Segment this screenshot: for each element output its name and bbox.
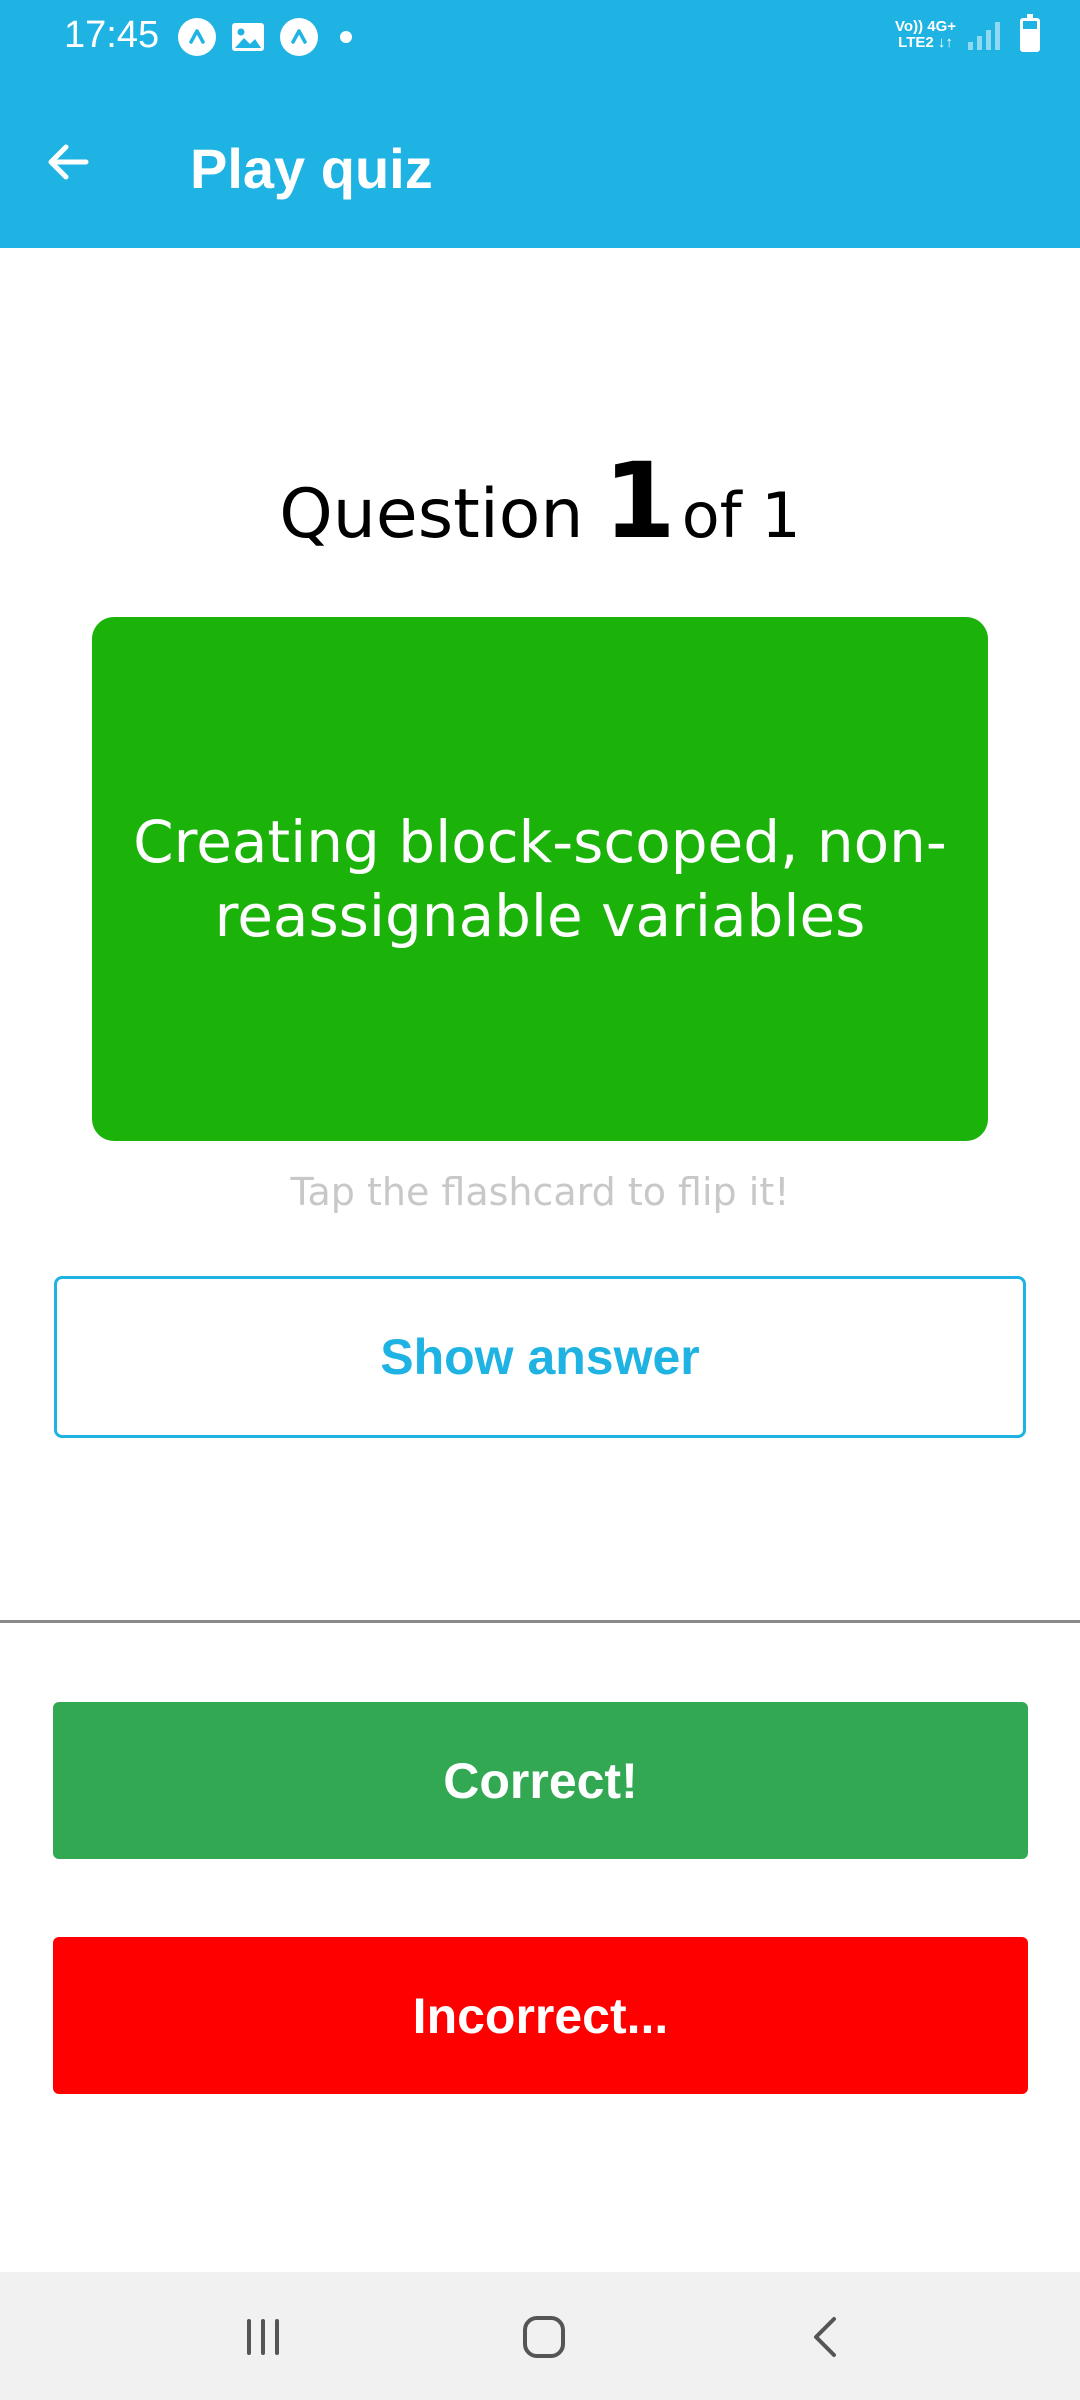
correct-button[interactable]: Correct! (53, 1702, 1028, 1859)
flip-hint: Tap the flashcard to flip it! (290, 1170, 790, 1214)
flashcard-text: Creating block-scoped, non-reassignable … (133, 808, 947, 950)
status-bar: 17:45 Vo)) 4G+ LTE2 ↓↑ (0, 0, 1080, 80)
back-icon (814, 2317, 836, 2357)
network-top-text: Vo)) 4G+ (895, 18, 956, 35)
question-counter: Question 1of 1 (0, 440, 1080, 562)
network-bottom-text: LTE2 ↓↑ (898, 34, 953, 51)
app-notification-icon (178, 18, 216, 56)
system-back-button[interactable] (780, 2302, 870, 2372)
notification-icons (178, 18, 352, 56)
dot-icon (340, 31, 352, 43)
signal-icon (968, 20, 1000, 50)
recent-apps-button[interactable] (218, 2302, 308, 2372)
question-label: Question (279, 475, 584, 554)
system-nav-bar (0, 2272, 1080, 2400)
status-time: 17:45 (64, 14, 160, 56)
status-right: Vo)) 4G+ LTE2 ↓↑ (895, 14, 1040, 52)
image-notification-icon (230, 20, 266, 54)
show-answer-button[interactable]: Show answer (54, 1276, 1026, 1438)
arrow-left-icon (48, 144, 89, 180)
back-button[interactable] (36, 130, 100, 194)
app-bar: Play quiz (0, 80, 1080, 248)
battery-icon (1020, 14, 1040, 52)
page-title: Play quiz (190, 137, 433, 200)
question-total: of 1 (681, 479, 801, 552)
home-icon (523, 2316, 565, 2358)
incorrect-button[interactable]: Incorrect... (53, 1937, 1028, 2094)
recent-apps-icon (247, 2319, 279, 2355)
network-indicator: Vo)) 4G+ LTE2 ↓↑ (895, 19, 956, 51)
app-notification-icon (280, 18, 318, 56)
home-button[interactable] (499, 2302, 589, 2372)
question-number: 1 (603, 440, 676, 562)
divider (0, 1620, 1080, 1623)
flashcard[interactable]: Creating block-scoped, non-reassignable … (92, 617, 988, 1141)
